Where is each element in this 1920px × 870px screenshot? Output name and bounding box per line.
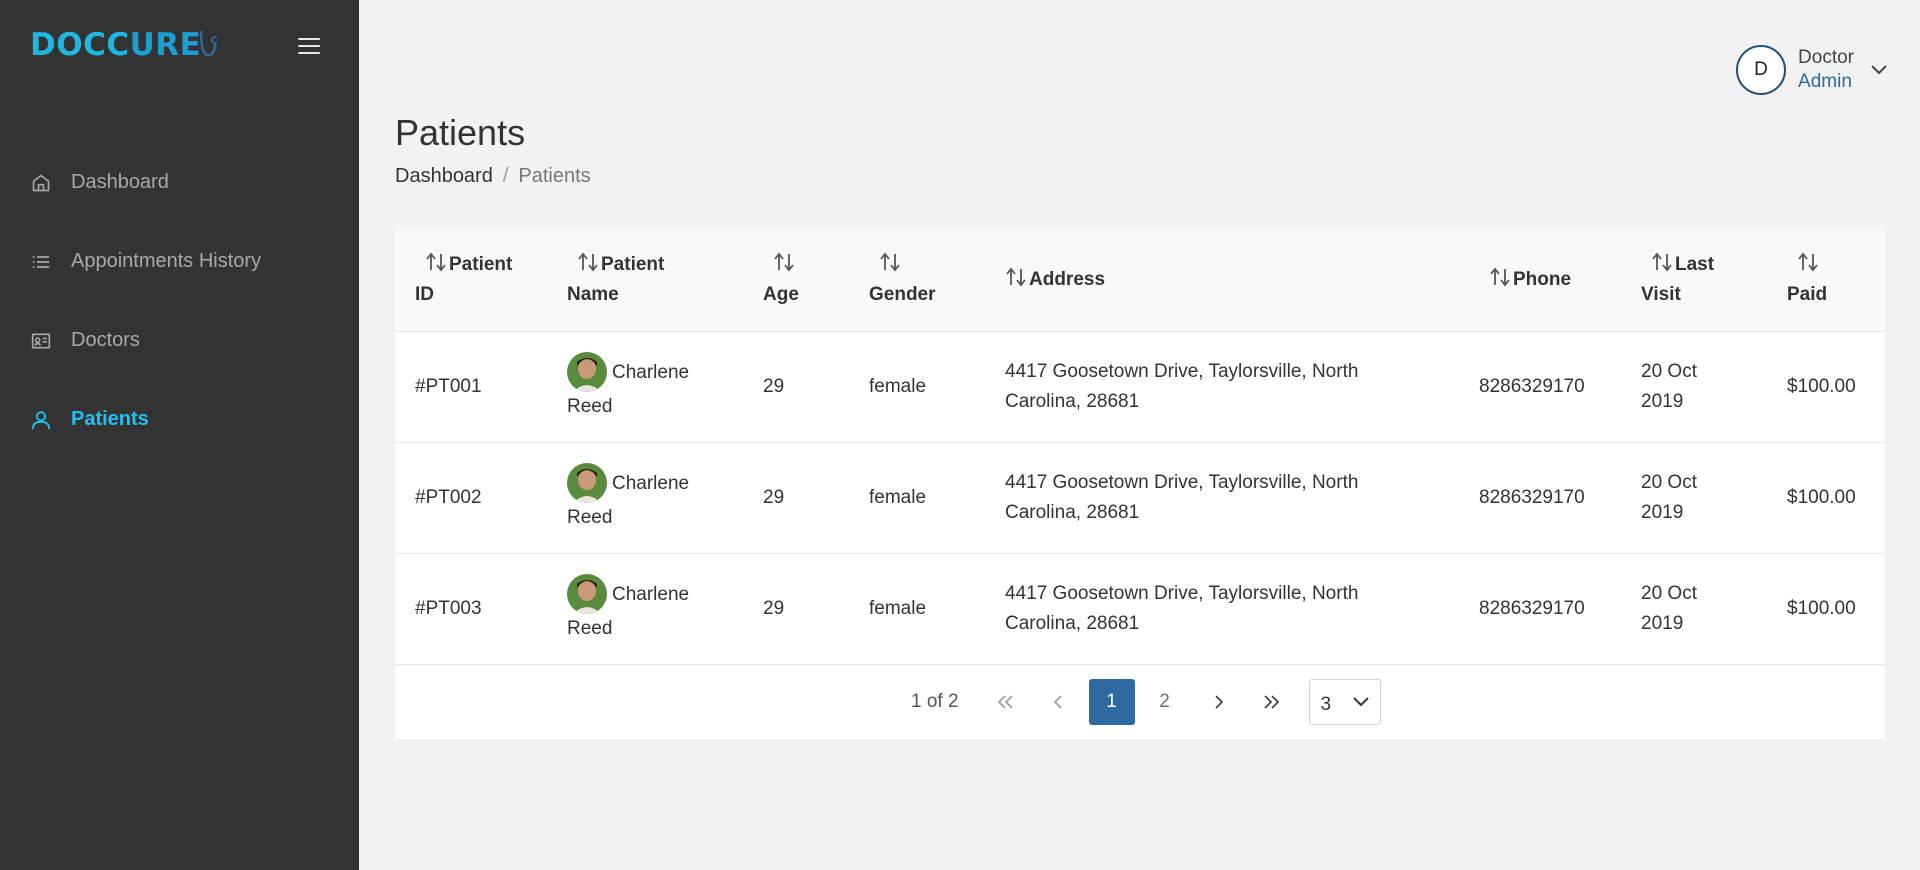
sort-icon xyxy=(578,252,598,272)
table-header-row: Patient ID Patient Name Age Gender Address… xyxy=(395,230,1885,331)
cell-patient-name[interactable]: Charlene Reed xyxy=(551,442,749,553)
prev-page-button[interactable] xyxy=(1036,679,1082,725)
cell-age: 29 xyxy=(763,375,785,397)
breadcrumb-current: Patients xyxy=(518,165,591,187)
page-title: Patients xyxy=(395,112,526,153)
list-icon xyxy=(30,251,52,273)
logo[interactable]: DOCCURE xyxy=(30,24,218,66)
column-header-last-visit[interactable]: Last Visit xyxy=(1625,230,1770,331)
cell-gender: female xyxy=(869,597,927,619)
patients-table: Patient ID Patient Name Age Gender Address… xyxy=(395,230,1885,664)
sort-icon xyxy=(1798,252,1818,272)
cell-address: 4417 Goosetown Drive, Taylorsville, Nort… xyxy=(1005,471,1359,523)
cell-last-visit: 20 Oct 2019 xyxy=(1641,360,1697,412)
pagination: 1 of 2 1 2 3 xyxy=(395,664,1885,739)
menu-toggle-icon[interactable] xyxy=(296,36,322,56)
chevron-down-icon xyxy=(1352,697,1369,707)
breadcrumb: Dashboard / Patients xyxy=(395,165,591,188)
next-page-button[interactable] xyxy=(1195,679,1241,725)
logo-text: DOCCURE xyxy=(30,27,202,63)
cell-age: 29 xyxy=(763,486,785,508)
breadcrumb-dashboard-link[interactable]: Dashboard xyxy=(395,165,493,188)
cell-last-visit: 20 Oct 2019 xyxy=(1641,471,1697,523)
chevron-down-icon xyxy=(1871,65,1887,75)
breadcrumb-separator: / xyxy=(502,165,509,187)
column-header-age[interactable]: Age xyxy=(749,230,855,331)
cell-patient-id: #PT002 xyxy=(415,486,482,508)
last-page-button[interactable] xyxy=(1248,679,1294,725)
sort-icon xyxy=(1006,267,1026,287)
sidebar-item-label: Appointments History xyxy=(71,250,262,272)
cell-address: 4417 Goosetown Drive, Taylorsville, Nort… xyxy=(1005,360,1359,412)
sidebar-item-dashboard[interactable]: Dashboard xyxy=(0,143,359,222)
page-size-value: 3 xyxy=(1320,694,1332,715)
sidebar-item-patients[interactable]: Patients xyxy=(0,380,359,459)
sidebar-item-label: Patients xyxy=(71,408,149,430)
column-header-paid[interactable]: Paid xyxy=(1770,230,1885,331)
patients-table-card: Patient ID Patient Name Age Gender Address… xyxy=(395,230,1885,739)
stethoscope-icon xyxy=(200,30,218,57)
sidebar-item-doctors[interactable]: Doctors xyxy=(0,301,359,380)
table-row[interactable]: #PT003 Charlene Reed 29 female 4417 Goos… xyxy=(395,553,1885,664)
sort-icon xyxy=(880,252,900,272)
patient-avatar xyxy=(567,573,607,614)
user-icon xyxy=(30,409,52,431)
patient-avatar xyxy=(567,351,607,392)
id-card-icon xyxy=(30,330,52,352)
first-page-button[interactable] xyxy=(983,679,1029,725)
sort-icon xyxy=(426,252,446,272)
cell-patient-id: #PT003 xyxy=(415,597,482,619)
page-button-2[interactable]: 2 xyxy=(1142,679,1188,725)
table-row[interactable]: #PT002 Charlene Reed 29 female 4417 Goos… xyxy=(395,442,1885,553)
sort-icon xyxy=(1652,252,1672,272)
cell-paid: $100.00 xyxy=(1787,597,1856,619)
cell-phone: 8286329170 xyxy=(1479,597,1585,619)
sidebar: DOCCURE Dashboard Appointments History D… xyxy=(0,0,359,870)
cell-address: 4417 Goosetown Drive, Taylorsville, Nort… xyxy=(1005,582,1359,634)
page-button-1[interactable]: 1 xyxy=(1088,679,1135,725)
cell-age: 29 xyxy=(763,597,785,619)
column-header-address[interactable]: Address xyxy=(991,230,1477,331)
column-header-patient-name[interactable]: Patient Name xyxy=(551,230,749,331)
sort-icon xyxy=(774,252,794,272)
double-chevron-left-icon xyxy=(997,695,1013,709)
cell-phone: 8286329170 xyxy=(1479,375,1585,397)
page-size-select[interactable]: 3 xyxy=(1308,679,1381,725)
cell-paid: $100.00 xyxy=(1787,375,1856,397)
cell-patient-name[interactable]: Charlene Reed xyxy=(551,331,749,442)
table-row[interactable]: #PT001 Charlene Reed 29 female 4417 Goos… xyxy=(395,331,1885,442)
cell-gender: female xyxy=(869,486,927,508)
user-menu[interactable]: D Doctor Admin xyxy=(1736,45,1888,95)
double-chevron-right-icon xyxy=(1263,695,1279,709)
user-name: Doctor xyxy=(1798,47,1854,68)
cell-patient-name[interactable]: Charlene Reed xyxy=(551,553,749,664)
cell-patient-id: #PT001 xyxy=(415,375,482,397)
chevron-left-icon xyxy=(1053,695,1062,709)
cell-paid: $100.00 xyxy=(1787,486,1856,508)
sidebar-item-label: Doctors xyxy=(71,329,140,351)
avatar: D xyxy=(1736,45,1787,95)
column-header-gender[interactable]: Gender xyxy=(855,230,991,331)
chevron-right-icon xyxy=(1214,695,1223,709)
sidebar-item-label: Dashboard xyxy=(71,171,169,193)
sort-icon xyxy=(1490,267,1510,287)
sidebar-nav: Dashboard Appointments History Doctors P… xyxy=(0,143,359,459)
cell-gender: female xyxy=(869,375,927,397)
column-header-phone[interactable]: Phone xyxy=(1477,230,1625,331)
cell-phone: 8286329170 xyxy=(1479,486,1585,508)
cell-last-visit: 20 Oct 2019 xyxy=(1641,582,1697,634)
pagination-info: 1 of 2 xyxy=(911,691,959,712)
user-role: Admin xyxy=(1798,71,1852,92)
sidebar-item-appointments-history[interactable]: Appointments History xyxy=(0,222,359,301)
home-icon xyxy=(30,172,52,194)
column-header-patient-id[interactable]: Patient ID xyxy=(395,230,551,331)
user-names: Doctor Admin xyxy=(1798,46,1854,94)
patient-avatar xyxy=(567,462,607,503)
